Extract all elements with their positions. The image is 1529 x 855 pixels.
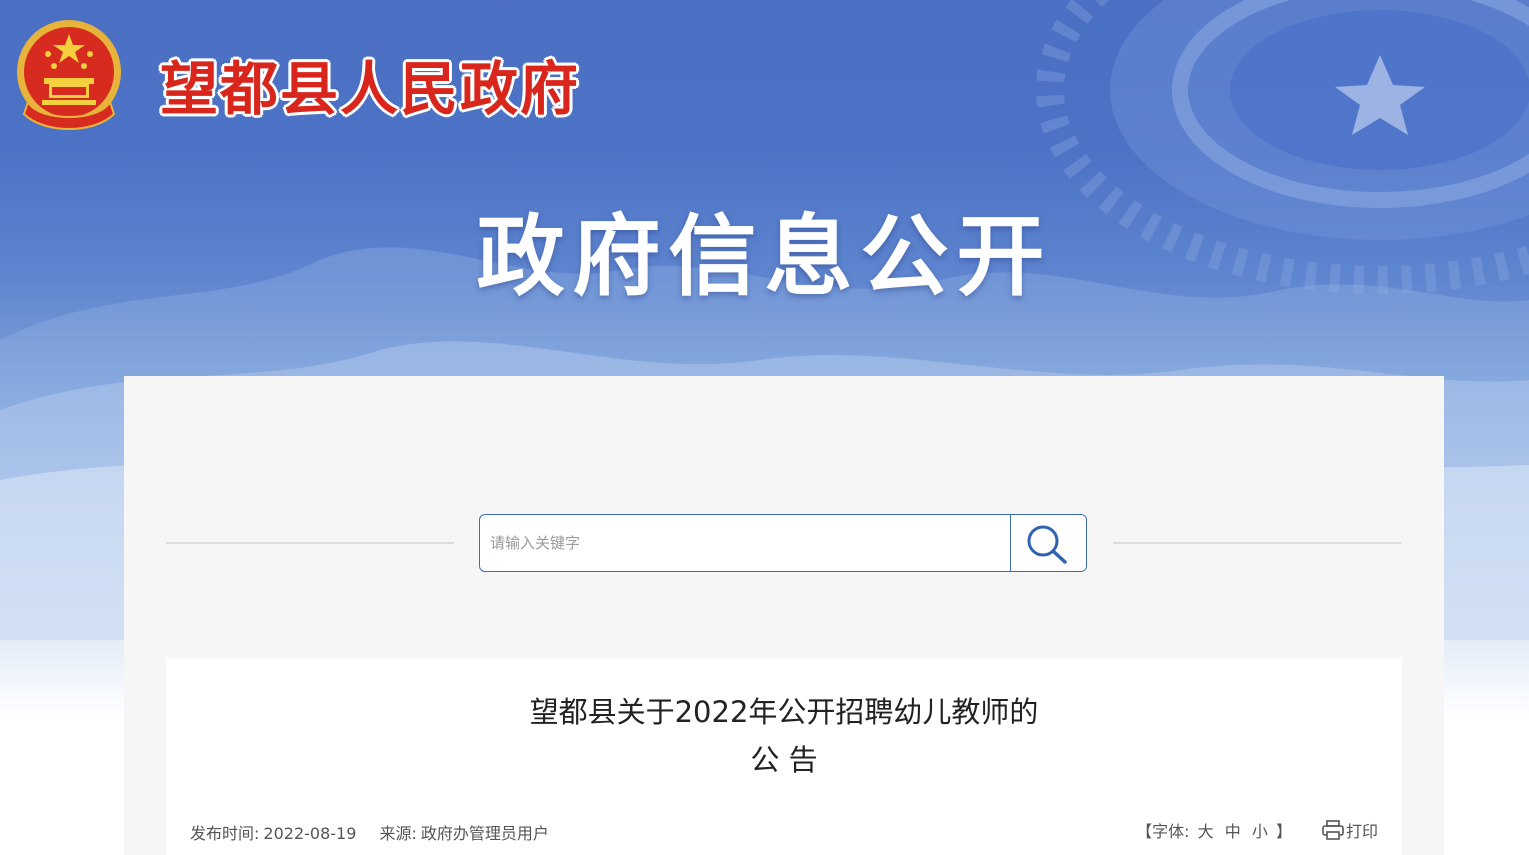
font-size-medium-link[interactable]: 中 — [1225, 822, 1241, 841]
national-emblem-icon — [17, 20, 121, 130]
search-row — [124, 514, 1444, 574]
publish-date: 2022-08-19 — [263, 824, 357, 843]
article-meta: 发布时间: 2022-08-19 来源: 政府办管理员用户 — [190, 820, 567, 844]
source: 来源: 政府办管理员用户 — [379, 824, 548, 843]
printer-icon — [1322, 820, 1344, 840]
search-button[interactable] — [1010, 515, 1086, 571]
publish-label: 发布时间: — [190, 824, 260, 843]
article-title: 望都县关于2022年公开招聘幼儿教师的 公 告 — [166, 688, 1402, 784]
search-input[interactable] — [480, 515, 1012, 571]
divider-right — [1113, 542, 1401, 544]
article-card: 望都县关于2022年公开招聘幼儿教师的 公 告 发布时间: 2022-08-19 … — [166, 658, 1402, 855]
publish-time: 发布时间: 2022-08-19 — [190, 824, 356, 843]
page: 望都县人民政府 政府信息公开 望都县关于2022年公开招聘幼儿教师的 公 告 — [0, 0, 1529, 855]
article-tools: 【字体: 大 中 小 】 打印 — [1136, 818, 1378, 842]
source-label: 来源: — [379, 824, 417, 843]
source-value: 政府办管理员用户 — [420, 824, 549, 843]
divider-left — [166, 542, 454, 544]
font-size-small-link[interactable]: 小 — [1252, 822, 1268, 841]
content-panel: 望都县关于2022年公开招聘幼儿教师的 公 告 发布时间:2022-08-19 … — [124, 376, 1444, 855]
article-title-line1: 望都县关于2022年公开招聘幼儿教师的 — [529, 695, 1039, 729]
banner-title: 政府信息公开 — [476, 205, 1053, 308]
site-title[interactable]: 望都县人民政府 — [160, 42, 580, 126]
font-size-open: 【字体: — [1136, 822, 1190, 841]
print-label: 打印 — [1345, 822, 1378, 841]
search-box — [479, 514, 1087, 572]
print-link[interactable]: 打印 — [1322, 818, 1378, 842]
search-icon — [1027, 525, 1067, 564]
font-size-close: 】 — [1275, 822, 1292, 841]
article-title-line2: 公 告 — [750, 743, 818, 777]
font-size-control: 【字体: 大 中 小 】 — [1136, 818, 1292, 842]
font-size-large-link[interactable]: 大 — [1198, 822, 1214, 841]
